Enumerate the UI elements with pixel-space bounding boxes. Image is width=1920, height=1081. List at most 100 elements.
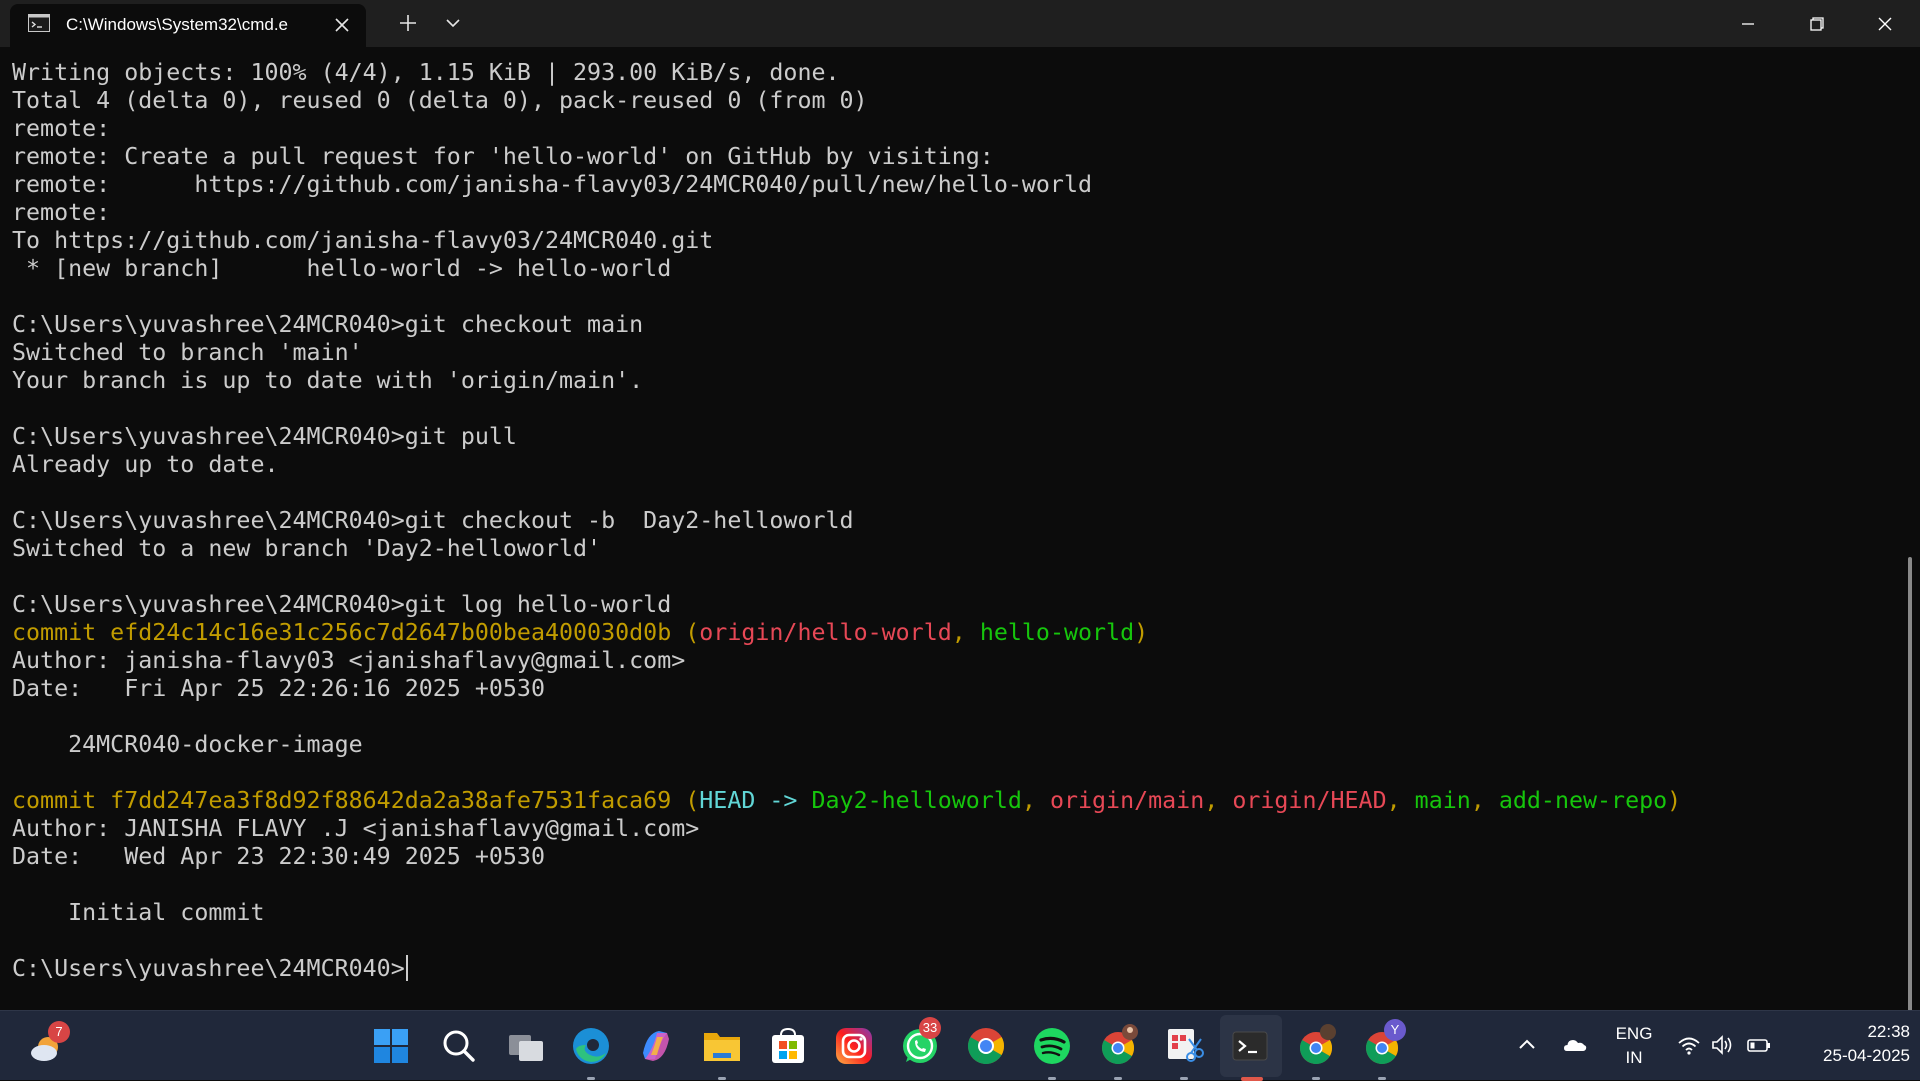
- terminal-text: ,: [1386, 787, 1415, 814]
- terminal-text: Your branch is up to date with 'origin/m…: [12, 367, 644, 394]
- chrome-profile-2-button[interactable]: [1293, 1023, 1339, 1080]
- tab-title: C:\Windows\System32\cmd.e: [66, 15, 289, 34]
- terminal-text: Switched to branch 'main': [12, 339, 363, 366]
- chrome-profile-3-button[interactable]: Y: [1359, 1019, 1406, 1080]
- volume-icon[interactable]: [1710, 1032, 1736, 1058]
- minimize-icon[interactable]: [1734, 10, 1762, 38]
- terminal-text: C:\Users\yuvashree\24MCR040>: [12, 955, 405, 982]
- close-window-icon[interactable]: [1871, 10, 1899, 38]
- terminal-line: C:\Users\yuvashree\24MCR040>git log hell…: [12, 591, 1681, 619]
- terminal-line: C:\Users\yuvashree\24MCR040>git checkout…: [12, 311, 1681, 339]
- terminal-text: Date: Fri Apr 25 22:26:16 2025 +0530: [12, 675, 545, 702]
- terminal-line: Author: JANISHA FLAVY .J <janishaflavy@g…: [12, 815, 1681, 843]
- start-button[interactable]: [368, 1023, 414, 1069]
- task-view-button[interactable]: [503, 1023, 549, 1069]
- terminal-line: C:\Users\yuvashree\24MCR040>: [12, 955, 1681, 983]
- copilot-icon: [643, 1031, 669, 1061]
- chevron-up-icon[interactable]: [1514, 1032, 1540, 1058]
- language-indicator[interactable]: ENG IN: [1614, 1022, 1654, 1070]
- terminal-output-area[interactable]: Writing objects: 100% (4/4), 1.15 KiB | …: [0, 47, 1920, 1010]
- microsoft-store-button[interactable]: [765, 1023, 811, 1069]
- language-code: ENG: [1615, 1024, 1653, 1043]
- chrome-profile-button[interactable]: [1095, 1023, 1141, 1080]
- terminal-text: Already up to date.: [12, 451, 279, 478]
- battery-icon[interactable]: [1746, 1032, 1772, 1058]
- terminal-line: * [new branch] hello-world -> hello-worl…: [12, 255, 1681, 283]
- terminal-text: commit f7dd247ea3f8d92f88642da2a38afe753…: [12, 787, 700, 814]
- wifi-icon[interactable]: [1676, 1032, 1702, 1058]
- terminal-line: remote:: [12, 199, 1681, 227]
- terminal-text: Author: JANISHA FLAVY .J <janishaflavy@g…: [12, 815, 700, 842]
- onedrive-icon[interactable]: [1562, 1032, 1588, 1058]
- terminal-text: Switched to a new branch 'Day2-helloworl…: [12, 535, 602, 562]
- chrome-profile-2-icon: [1299, 1024, 1336, 1065]
- text-cursor: [405, 955, 408, 981]
- close-tab-icon[interactable]: [332, 15, 352, 35]
- terminal-text: add-new-repo: [1498, 787, 1668, 814]
- terminal-text: ): [1667, 787, 1682, 814]
- terminal-text: origin/hello-world: [699, 619, 952, 646]
- terminal-text: Writing objects: 100% (4/4), 1.15 KiB | …: [12, 59, 840, 86]
- terminal-line: Switched to a new branch 'Day2-helloworl…: [12, 535, 1681, 563]
- snipping-tool-button[interactable]: [1161, 1023, 1207, 1080]
- whatsapp-badge: 33: [919, 1017, 941, 1039]
- whatsapp-button[interactable]: 33: [897, 1017, 943, 1069]
- clock-date: 25-04-2025: [1823, 1046, 1910, 1065]
- chrome-button[interactable]: [963, 1023, 1009, 1069]
- weather-badge: 7: [48, 1021, 70, 1043]
- tab-dropdown-chevron-down-icon[interactable]: [442, 13, 464, 33]
- terminal-text: remote:: [12, 115, 111, 142]
- tab-cmd[interactable]: C:\Windows\System32\cmd.e: [10, 4, 366, 47]
- terminal-text: main: [1414, 787, 1471, 814]
- spotify-button[interactable]: [1029, 1023, 1075, 1080]
- spotify-icon: [1034, 1028, 1070, 1064]
- terminal-line: Initial commit: [12, 899, 1681, 927]
- terminal-text: ): [1134, 619, 1149, 646]
- terminal-text: Total 4 (delta 0), reused 0 (delta 0), p…: [12, 87, 868, 114]
- instagram-button[interactable]: [831, 1023, 877, 1069]
- weather-widget[interactable]: 7: [24, 1021, 70, 1069]
- terminal-text: ,: [1470, 787, 1499, 814]
- chrome-profile-icon: [1101, 1024, 1138, 1065]
- terminal-lines: Writing objects: 100% (4/4), 1.15 KiB | …: [12, 59, 1681, 983]
- active-indicator: [1241, 1077, 1263, 1081]
- terminal-text: HEAD ->: [699, 787, 812, 814]
- terminal-text: C:\Users\yuvashree\24MCR040>git checkout…: [12, 311, 644, 338]
- terminal-button[interactable]: [1227, 1023, 1273, 1081]
- edge-button[interactable]: [568, 1023, 614, 1080]
- terminal-line: commit efd24c14c16e31c256c7d2647b00bea40…: [12, 619, 1681, 647]
- terminal-line: To https://github.com/janisha-flavy03/24…: [12, 227, 1681, 255]
- terminal-icon: [1232, 1031, 1268, 1061]
- system-clock[interactable]: 22:38 25-04-2025: [1790, 1020, 1910, 1068]
- vertical-scrollbar[interactable]: [1908, 557, 1912, 1010]
- terminal-line: Already up to date.: [12, 451, 1681, 479]
- new-tab-plus-icon[interactable]: [396, 11, 420, 35]
- terminal-line: C:\Users\yuvashree\24MCR040>git checkout…: [12, 507, 1681, 535]
- terminal-text: commit efd24c14c16e31c256c7d2647b00bea40…: [12, 619, 700, 646]
- terminal-line: Total 4 (delta 0), reused 0 (delta 0), p…: [12, 87, 1681, 115]
- file-explorer-button[interactable]: [699, 1023, 745, 1080]
- terminal-line: Your branch is up to date with 'origin/m…: [12, 367, 1681, 395]
- restore-icon[interactable]: [1803, 10, 1831, 38]
- terminal-text: ,: [951, 619, 980, 646]
- terminal-text: To https://github.com/janisha-flavy03/24…: [12, 227, 714, 254]
- terminal-line: Switched to branch 'main': [12, 339, 1681, 367]
- search-button[interactable]: [436, 1023, 482, 1069]
- start-icon: [374, 1029, 408, 1063]
- instagram-icon: [836, 1028, 872, 1064]
- terminal-text: remote:: [12, 199, 111, 226]
- chrome-profile-badge: Y: [1384, 1019, 1406, 1041]
- edge-icon: [573, 1028, 609, 1064]
- file-explorer-icon: [704, 1033, 740, 1061]
- terminal-text: C:\Users\yuvashree\24MCR040>git log hell…: [12, 591, 672, 618]
- terminal-line: remote: Create a pull request for 'hello…: [12, 143, 1681, 171]
- copilot-button[interactable]: [633, 1023, 679, 1069]
- terminal-text: C:\Users\yuvashree\24MCR040>git pull: [12, 423, 517, 450]
- terminal-line: Writing objects: 100% (4/4), 1.15 KiB | …: [12, 59, 1681, 87]
